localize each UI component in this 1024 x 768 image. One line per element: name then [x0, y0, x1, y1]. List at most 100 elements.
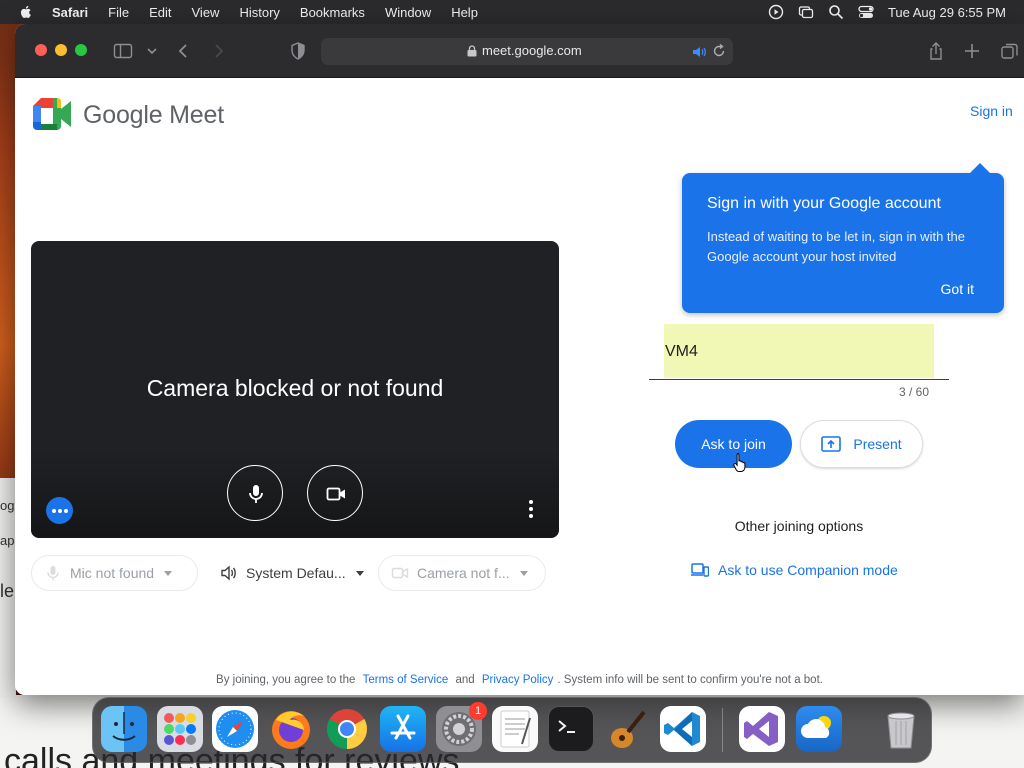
chrome-icon	[327, 709, 367, 749]
tab-overview-icon[interactable]	[1000, 41, 1020, 61]
dock-safari[interactable]	[212, 706, 258, 752]
menu-bar-clock[interactable]: Tue Aug 29 6:55 PM	[888, 5, 1006, 20]
dock-firefox[interactable]	[268, 706, 314, 752]
menu-bookmarks[interactable]: Bookmarks	[300, 5, 365, 20]
background-text: ogl	[0, 498, 16, 513]
sign-in-tooltip: Sign in with your Google account Instead…	[682, 163, 1004, 313]
finder-face-icon	[112, 712, 136, 741]
menu-help[interactable]: Help	[451, 5, 478, 20]
hand-pointer-cursor-icon	[733, 453, 746, 472]
close-window-button[interactable]	[35, 44, 47, 56]
name-input[interactable]: VM4	[649, 324, 949, 380]
privacy-shield-icon[interactable]	[288, 41, 308, 61]
chevron-down-icon[interactable]	[142, 41, 162, 61]
other-joining-options-heading: Other joining options	[734, 518, 864, 534]
macos-dock: 1	[92, 697, 932, 763]
dock-app-store[interactable]	[380, 706, 426, 752]
forward-arrow-icon[interactable]	[209, 41, 229, 61]
google-meet-page: Google Meet Sign in Camera blocked or no…	[15, 78, 1024, 695]
minimize-window-button[interactable]	[55, 44, 67, 56]
name-input-value: VM4	[665, 343, 698, 360]
new-tab-icon[interactable]	[962, 41, 982, 61]
dot	[58, 509, 62, 513]
video-camera-icon	[391, 567, 409, 579]
dock-weather[interactable]	[796, 706, 842, 752]
dock-trash[interactable]	[878, 706, 924, 752]
present-button[interactable]: Present	[800, 420, 923, 468]
dock-chrome[interactable]	[324, 706, 370, 752]
companion-devices-icon	[691, 563, 709, 577]
lock-icon	[467, 45, 477, 57]
dock-finder[interactable]	[101, 706, 147, 752]
terms-footer: By joining, you agree to the Terms of Se…	[15, 674, 1024, 686]
menu-edit[interactable]: Edit	[149, 5, 171, 20]
video-bottom-gradient	[31, 448, 559, 538]
reload-icon[interactable]	[712, 44, 726, 58]
toggle-camera-button[interactable]	[307, 465, 363, 521]
safari-window: meet.google.com Google Meet Sign in Came…	[15, 24, 1024, 695]
tooltip-body: Instead of waiting to be let in, sign in…	[707, 229, 965, 264]
chevron-down-icon	[164, 570, 173, 576]
google-meet-logo-icon	[33, 98, 71, 130]
sign-in-link[interactable]: Sign in	[970, 103, 1013, 119]
menu-window[interactable]: Window	[385, 5, 431, 20]
menu-view[interactable]: View	[192, 5, 220, 20]
menu-app-name[interactable]: Safari	[52, 5, 88, 20]
microphone-selector[interactable]: Mic not found	[31, 555, 198, 591]
visual-studio-icon	[744, 712, 778, 746]
dot	[529, 507, 533, 511]
dot	[529, 500, 533, 504]
companion-mode-label: Ask to use Companion mode	[718, 562, 898, 578]
toggle-microphone-button[interactable]	[227, 465, 283, 521]
back-arrow-icon[interactable]	[173, 41, 193, 61]
terminal-icon	[558, 720, 575, 733]
textedit-icon	[500, 710, 531, 748]
notification-badge: 1	[469, 702, 487, 720]
guitar-icon	[611, 710, 646, 748]
footer-text: . System info will be sent to confirm yo…	[557, 674, 823, 686]
spotlight-search-icon[interactable]	[828, 4, 844, 20]
name-character-counter: 3 / 60	[899, 385, 930, 399]
camera-selector[interactable]: Camera not f...	[378, 555, 546, 591]
dock-textedit[interactable]	[492, 706, 538, 752]
speaker-icon	[221, 565, 236, 581]
sidebar-toggle-icon[interactable]	[113, 41, 133, 61]
dock-garageband[interactable]	[604, 706, 650, 752]
present-label: Present	[853, 436, 902, 452]
menu-history[interactable]: History	[239, 5, 279, 20]
control-center-icon[interactable]	[858, 4, 874, 20]
terms-of-service-link[interactable]: Terms of Service	[363, 674, 449, 686]
menu-file[interactable]: File	[108, 5, 129, 20]
companion-mode-link[interactable]: Ask to use Companion mode	[691, 562, 898, 578]
address-bar[interactable]: meet.google.com	[321, 38, 733, 65]
speaker-selector-label: System Defau...	[246, 565, 346, 581]
got-it-button[interactable]: Got it	[941, 281, 974, 297]
audio-playing-icon[interactable]	[691, 44, 707, 60]
camera-selector-label: Camera not f...	[417, 565, 510, 581]
macos-menu-bar: Safari File Edit View History Bookmarks …	[0, 0, 1024, 24]
tooltip-title: Sign in with your Google account	[707, 195, 941, 212]
more-options-icon[interactable]	[528, 500, 534, 520]
microphone-selector-label: Mic not found	[70, 565, 155, 581]
zoom-window-button[interactable]	[75, 44, 87, 56]
dock-terminal[interactable]	[548, 706, 594, 752]
weather-cloud-icon	[801, 716, 831, 738]
ask-to-join-label: Ask to join	[701, 436, 766, 452]
share-icon[interactable]	[926, 41, 946, 61]
screen-mirroring-icon[interactable]	[798, 4, 814, 20]
background-window-edge: ogl app le	[0, 478, 16, 698]
safari-toolbar: meet.google.com	[15, 24, 1024, 78]
dock-launchpad[interactable]	[157, 706, 203, 752]
speaker-selector[interactable]: System Defau...	[207, 555, 365, 591]
privacy-policy-link[interactable]: Privacy Policy	[482, 674, 554, 686]
microphone-icon	[47, 566, 59, 581]
visual-effects-button[interactable]	[46, 497, 73, 524]
screen-recording-icon[interactable]	[768, 4, 784, 20]
dock-visual-studio-code[interactable]	[660, 706, 706, 752]
apple-icon[interactable]	[18, 4, 34, 20]
dock-visual-studio[interactable]	[739, 706, 785, 752]
chevron-down-icon	[519, 570, 528, 576]
video-preview: Camera blocked or not found	[31, 241, 559, 538]
dot	[64, 509, 68, 513]
dock-separator	[722, 708, 723, 752]
